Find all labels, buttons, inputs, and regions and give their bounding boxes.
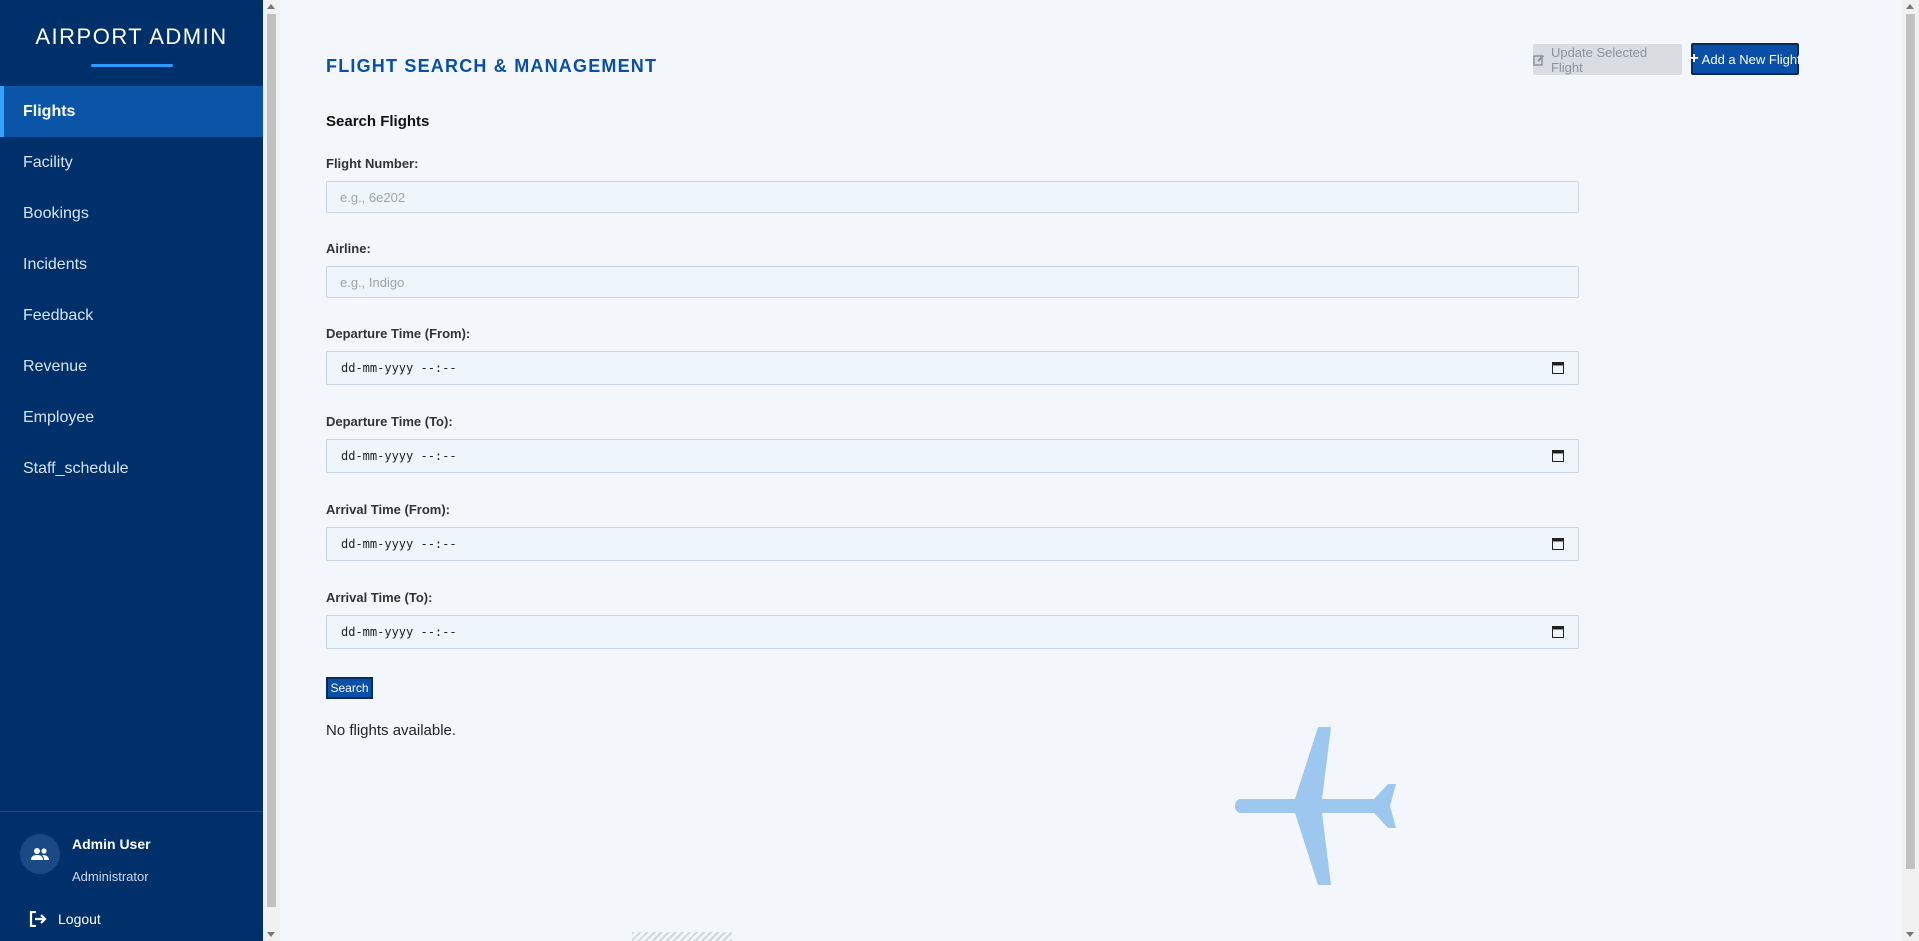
logout-icon	[29, 911, 47, 927]
scroll-thumb[interactable]	[267, 14, 276, 907]
user-profile: Admin User Administrator	[20, 834, 151, 884]
sidebar-item-feedback[interactable]: Feedback	[0, 290, 263, 341]
decorative-hatch	[632, 932, 732, 941]
arrival-to-label: Arrival Time (To):	[326, 590, 433, 605]
brand-title: AIRPORT ADMIN	[35, 23, 228, 49]
avatar	[20, 834, 60, 874]
update-flight-button[interactable]: Update Selected Flight	[1533, 44, 1682, 75]
sidebar-item-staff-schedule[interactable]: Staff_schedule	[0, 443, 263, 494]
calendar-icon[interactable]	[1552, 449, 1564, 462]
edit-icon	[1533, 54, 1545, 66]
plus-icon: +	[1689, 50, 1699, 67]
scroll-down-arrow[interactable]	[267, 932, 275, 937]
flight-number-label: Flight Number:	[326, 156, 419, 171]
arrival-to-value: dd-mm-yyyy --:--	[341, 625, 457, 639]
departure-from-input[interactable]: dd-mm-yyyy --:--	[326, 351, 1579, 385]
sidebar: AIRPORT ADMIN Flights Facility Bookings …	[0, 0, 263, 941]
brand-underline	[90, 63, 173, 67]
scroll-up-arrow[interactable]	[1906, 4, 1914, 9]
main-content: FLIGHT SEARCH & MANAGEMENT Update Select…	[280, 0, 1902, 941]
departure-to-label: Departure Time (To):	[326, 414, 453, 429]
search-section-title: Search Flights	[326, 113, 430, 130]
user-role: Administrator	[72, 869, 149, 884]
sidebar-footer: Admin User Administrator Logout	[0, 811, 263, 941]
scroll-thumb[interactable]	[1906, 14, 1915, 869]
scroll-up-arrow[interactable]	[267, 4, 275, 9]
departure-to-value: dd-mm-yyyy --:--	[341, 449, 457, 463]
page-title: FLIGHT SEARCH & MANAGEMENT	[326, 56, 658, 76]
scroll-down-arrow[interactable]	[1906, 932, 1914, 937]
airplane-icon	[1235, 727, 1396, 885]
sidebar-item-bookings[interactable]: Bookings	[0, 188, 263, 239]
arrival-from-label: Arrival Time (From):	[326, 502, 451, 517]
sidebar-nav: Flights Facility Bookings Incidents Feed…	[0, 86, 263, 494]
sidebar-item-employee[interactable]: Employee	[0, 392, 263, 443]
sidebar-item-facility[interactable]: Facility	[0, 137, 263, 188]
sidebar-scrollbar[interactable]	[263, 0, 280, 941]
brand: AIRPORT ADMIN	[0, 0, 263, 86]
arrival-from-input[interactable]: dd-mm-yyyy --:--	[326, 527, 1579, 561]
search-button[interactable]: Search	[326, 677, 373, 699]
main-scrollbar[interactable]	[1902, 0, 1919, 941]
sidebar-item-revenue[interactable]: Revenue	[0, 341, 263, 392]
arrival-to-input[interactable]: dd-mm-yyyy --:--	[326, 615, 1579, 649]
logout-link[interactable]: Logout	[29, 911, 101, 927]
departure-from-value: dd-mm-yyyy --:--	[341, 361, 457, 375]
arrival-from-value: dd-mm-yyyy --:--	[341, 537, 457, 551]
airline-label: Airline:	[326, 241, 371, 256]
user-name: Admin User	[72, 836, 151, 852]
calendar-icon[interactable]	[1552, 625, 1564, 638]
departure-from-label: Departure Time (From):	[326, 326, 471, 341]
update-flight-label: Update Selected Flight	[1550, 44, 1648, 75]
empty-results-message: No flights available.	[326, 722, 457, 739]
logout-label: Logout	[58, 911, 101, 927]
flight-number-input[interactable]: e.g., 6e202	[326, 181, 1579, 213]
add-flight-label: Add a New Flight	[1701, 51, 1801, 67]
calendar-icon[interactable]	[1552, 537, 1564, 550]
airline-input[interactable]: e.g., Indigo	[326, 266, 1579, 298]
add-flight-button[interactable]: + Add a New Flight	[1689, 43, 1801, 75]
departure-to-input[interactable]: dd-mm-yyyy --:--	[326, 439, 1579, 473]
sidebar-item-flights[interactable]: Flights	[0, 86, 263, 137]
users-icon	[31, 848, 49, 860]
calendar-icon[interactable]	[1552, 361, 1564, 374]
sidebar-item-incidents[interactable]: Incidents	[0, 239, 263, 290]
